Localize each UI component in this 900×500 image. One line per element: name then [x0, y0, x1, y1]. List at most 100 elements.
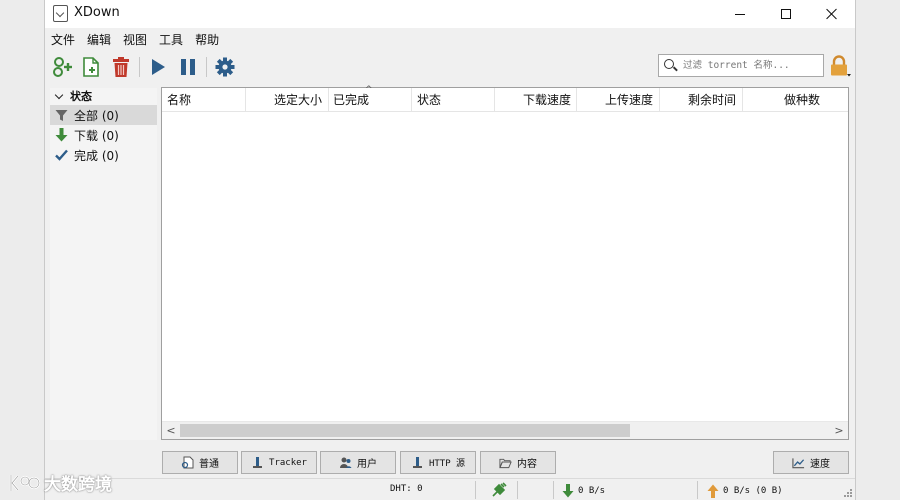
menu-help[interactable]: 帮助 [189, 29, 225, 49]
scroll-thumb[interactable] [180, 424, 630, 437]
add-torrent-button[interactable] [50, 55, 74, 79]
general-icon [181, 456, 194, 469]
tab-label: 内容 [517, 459, 537, 470]
upload-arrow-icon [707, 484, 719, 498]
gear-icon [215, 57, 235, 77]
toolbar-separator [206, 57, 207, 77]
tab-label: 用户 [357, 459, 377, 470]
tab-label: HTTP 源 [428, 459, 466, 469]
sidebar-item-downloading[interactable]: 下载 (0) [50, 125, 157, 145]
column-eta[interactable]: 剩余时间 [688, 88, 736, 112]
play-icon [152, 59, 165, 75]
delete-button[interactable] [109, 55, 133, 79]
resize-grip-icon[interactable] [844, 489, 853, 498]
tab-label: 普通 [199, 459, 219, 470]
start-button[interactable] [146, 55, 170, 79]
sidebar-item-label: 完成 (0) [74, 148, 119, 163]
column-download-speed[interactable]: 下载速度 [523, 88, 571, 112]
tab-content[interactable]: 内容 [480, 451, 556, 474]
status-bar: DHT: 0 0 B/s 0 B/s (0 B) [45, 478, 855, 500]
http-source-icon [411, 456, 424, 469]
tab-label: Tracker [269, 457, 307, 468]
tab-peers[interactable]: 用户 [320, 451, 396, 474]
scroll-left-icon[interactable]: < [165, 425, 177, 437]
scroll-right-icon[interactable]: > [833, 425, 845, 437]
maximize-button[interactable] [763, 0, 809, 28]
properties-tab-bar: 普通 Tracker 用户 HTTP 源 内容 速度 [45, 451, 855, 475]
check-icon [54, 148, 68, 162]
search-icon [664, 59, 674, 69]
speed-graph-button[interactable]: 速度 [773, 451, 849, 474]
menu-edit[interactable]: 编辑 [81, 29, 117, 49]
column-status[interactable]: 状态 [417, 88, 441, 112]
minimize-icon [735, 13, 745, 15]
column-seeds[interactable]: 做种数 [784, 88, 820, 112]
status-sidebar: 状态 全部 (0) 下载 (0) 完成 (0) [50, 88, 157, 440]
watermark-text: 大数跨境 [44, 475, 112, 495]
close-button[interactable] [809, 0, 855, 28]
sidebar-item-all[interactable]: 全部 (0) [50, 105, 157, 125]
watermark-logo-icon [9, 474, 41, 491]
column-separator[interactable] [494, 88, 495, 112]
app-logo-icon [53, 5, 68, 22]
sidebar-item-completed[interactable]: 完成 (0) [50, 145, 157, 165]
maximize-icon [781, 9, 791, 19]
download-rate[interactable]: 0 B/s [562, 484, 605, 498]
close-icon [826, 8, 838, 20]
download-arrow-icon [562, 484, 574, 498]
torrent-table[interactable]: 名称 选定大小 ^ 已完成 状态 下载速度 上传速度 剩余时间 做种数 < > [161, 85, 849, 440]
speed-button-label: 速度 [810, 459, 830, 470]
lock-button[interactable] [828, 54, 852, 78]
dht-status: DHT: 0 [390, 484, 423, 494]
add-torrent-icon [53, 57, 72, 77]
users-icon [339, 456, 352, 469]
upload-rate-value: 0 B/s (0 B) [723, 486, 783, 496]
column-separator[interactable] [742, 88, 743, 112]
tab-trackers[interactable]: Tracker [241, 451, 317, 474]
column-separator[interactable] [659, 88, 660, 112]
column-selected-size[interactable]: 选定大小 [274, 88, 322, 112]
column-separator[interactable] [411, 88, 412, 112]
title-bar: XDown [45, 0, 855, 28]
horizontal-scrollbar[interactable]: < > [162, 421, 848, 439]
filter-icon [54, 108, 68, 122]
column-upload-speed[interactable]: 上传速度 [605, 88, 653, 112]
column-separator[interactable] [328, 88, 329, 112]
toolbar-separator [139, 57, 140, 77]
menu-view[interactable]: 视图 [117, 29, 153, 49]
folder-open-icon [499, 456, 512, 469]
search-field[interactable] [658, 54, 824, 77]
plug-icon [492, 482, 507, 497]
pause-button[interactable] [176, 55, 200, 79]
status-separator [553, 481, 554, 499]
menu-tools[interactable]: 工具 [153, 29, 189, 49]
tab-http-sources[interactable]: HTTP 源 [400, 451, 476, 474]
column-progress[interactable]: 已完成 [333, 88, 369, 112]
pause-icon [181, 59, 195, 75]
new-file-icon [83, 57, 99, 77]
new-file-button[interactable] [79, 55, 103, 79]
status-heading: 状态 [70, 90, 92, 103]
delete-icon [113, 57, 129, 77]
download-rate-value: 0 B/s [578, 486, 606, 496]
line-chart-icon [792, 456, 805, 469]
minimize-button[interactable] [717, 0, 763, 28]
column-name[interactable]: 名称 [167, 88, 191, 112]
sidebar-item-label: 全部 (0) [74, 108, 119, 123]
download-arrow-icon [54, 128, 68, 142]
status-separator [697, 481, 698, 499]
upload-rate[interactable]: 0 B/s (0 B) [707, 484, 783, 498]
column-separator[interactable] [245, 88, 246, 112]
sidebar-item-label: 下载 (0) [74, 128, 119, 143]
settings-button[interactable] [213, 55, 237, 79]
lock-icon [831, 55, 851, 77]
connection-status[interactable] [491, 482, 507, 498]
chevron-down-icon [54, 90, 64, 99]
watermark: 大数跨境 [8, 470, 112, 495]
tab-general[interactable]: 普通 [162, 451, 238, 474]
column-separator[interactable] [576, 88, 577, 112]
table-header: 名称 选定大小 ^ 已完成 状态 下载速度 上传速度 剩余时间 做种数 [162, 85, 848, 112]
search-input[interactable] [683, 58, 819, 73]
menu-file[interactable]: 文件 [45, 29, 81, 49]
status-group-header[interactable]: 状态 [53, 88, 92, 104]
